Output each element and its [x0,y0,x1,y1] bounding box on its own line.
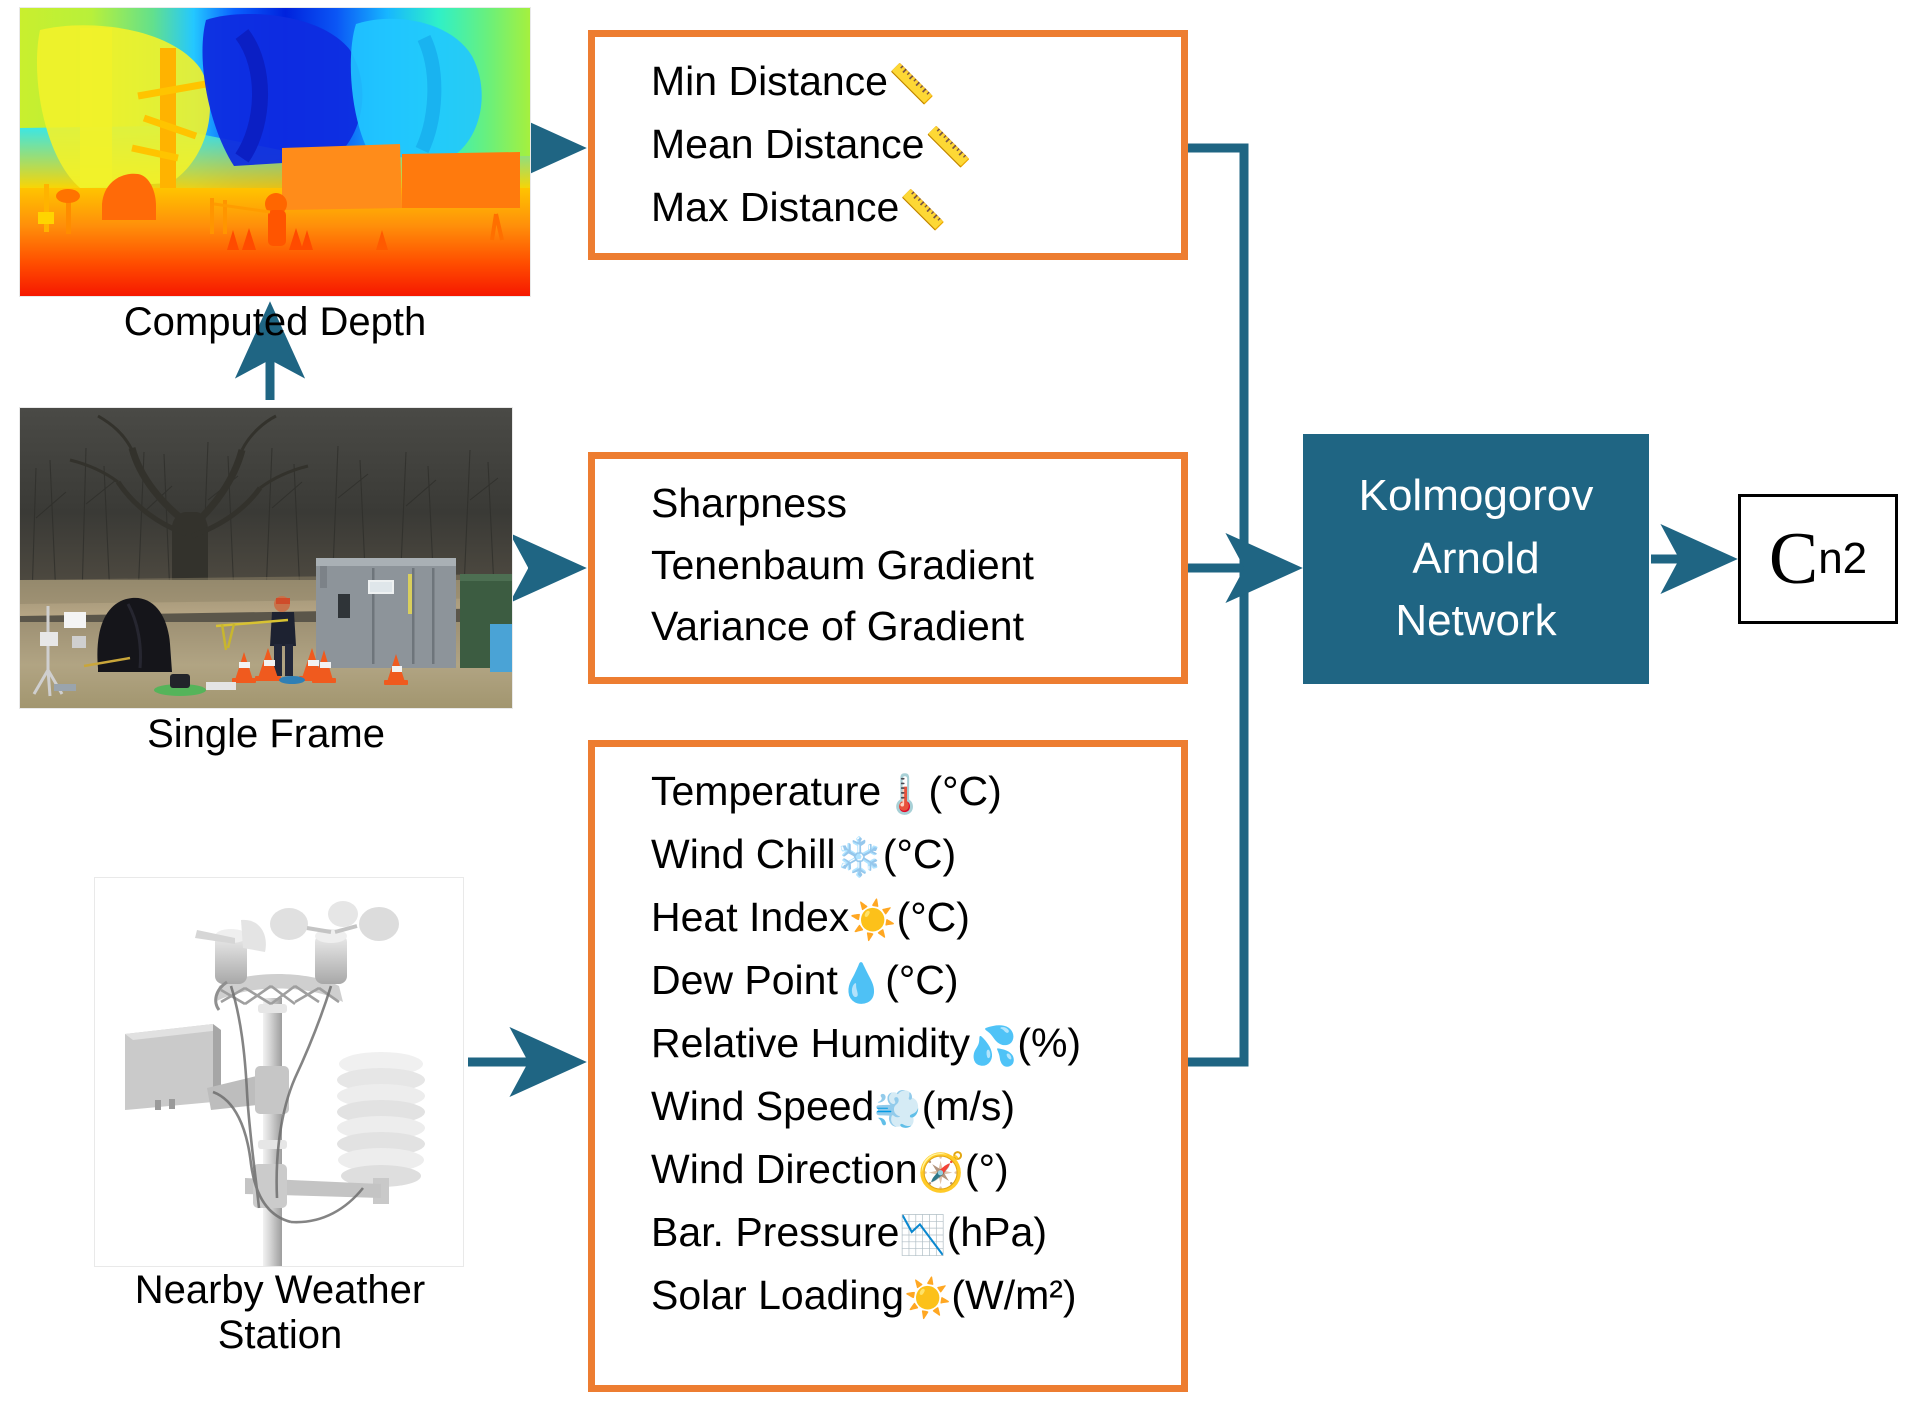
feature-item: Temperature🌡️(°C) [651,761,1081,824]
feature-unit: (hPa) [946,1209,1047,1255]
single-frame-image [20,408,512,708]
feature-item: Sharpness [651,473,1034,535]
sun-icon: ☀️ [904,1278,952,1320]
feature-label: Heat Index [651,894,850,940]
image-features-box: Sharpness Tenenbaum Gradient Variance of… [588,452,1188,684]
feature-item: Tenenbaum Gradient [651,535,1034,597]
feature-label: Min Distance [651,58,888,104]
feature-item: Wind Direction🧭(°) [651,1139,1081,1202]
feature-label: Bar. Pressure [651,1209,900,1255]
chart-down-icon: 📉 [899,1215,947,1257]
model-name-line-2: Arnold [1412,533,1540,583]
cn2-symbol: Cn2 [1741,497,1895,621]
sun-icon: ☀️ [849,900,897,942]
ruler-icon: 📏 [899,190,947,232]
feature-item: Wind Speed💨(m/s) [651,1076,1081,1139]
thermometer-icon: 🌡️ [881,774,929,816]
single-frame-caption: Single Frame [147,712,385,756]
weather-features-list: Temperature🌡️(°C) Wind Chill❄️(°C) Heat … [595,747,1081,1342]
feature-unit: (m/s) [921,1083,1016,1129]
feature-item: Min Distance📏 [651,51,972,114]
feature-label: Sharpness [651,480,848,526]
computed-depth-image [20,8,530,296]
feature-item: Variance of Gradient [651,596,1034,658]
feature-unit: (W/m²) [951,1272,1077,1318]
feature-item: Solar Loading☀️(W/m²) [651,1265,1081,1328]
feature-item: Bar. Pressure📉(hPa) [651,1202,1081,1265]
feature-item: Mean Distance📏 [651,114,972,177]
model-name-line-1: Kolmogorov [1358,471,1594,521]
feature-unit: (°C) [928,768,1002,814]
figure-canvas: Computed Depth Single Frame Nearby Weath… [0,0,1920,1404]
feature-unit: (°C) [885,957,959,1003]
feature-unit: (%) [1017,1020,1082,1066]
feature-item: Wind Chill❄️(°C) [651,824,1081,887]
feature-unit: (°C) [896,894,970,940]
kolmogorov-arnold-network-block: Kolmogorov Arnold Network [1303,434,1649,684]
feature-label: Wind Direction [651,1146,918,1192]
computed-depth-caption: Computed Depth [123,300,427,344]
feature-unit: (°C) [882,831,957,877]
depth-features-box: Min Distance📏 Mean Distance📏 Max Distanc… [588,30,1188,260]
output-cn2-box: Cn2 [1738,494,1898,624]
feature-item: Dew Point💧(°C) [651,950,1081,1013]
ruler-icon: 📏 [924,127,972,169]
weather-station-caption: Nearby Weather Station [134,1268,426,1357]
feature-label: Relative Humidity [651,1020,970,1066]
feature-item: Heat Index☀️(°C) [651,887,1081,950]
sweat-droplets-icon: 💦 [970,1026,1018,1068]
wire-weather-features-to-bus [1183,568,1249,1067]
snowflake-icon: ❄️ [835,837,883,879]
depth-features-list: Min Distance📏 Mean Distance📏 Max Distanc… [595,37,972,254]
feature-label: Max Distance [651,184,900,230]
image-features-list: Sharpness Tenenbaum Gradient Variance of… [595,459,1034,672]
feature-item: Max Distance📏 [651,177,972,240]
ruler-icon: 📏 [887,64,936,106]
depth-map-render [20,8,530,296]
weather-station-image [95,878,463,1266]
feature-label: Wind Chill [651,831,836,877]
wire-depth-features-to-bus [1188,143,1249,568]
weather-station-render [95,878,463,1266]
feature-label: Mean Distance [651,121,925,167]
feature-item: Relative Humidity💦(%) [651,1013,1081,1076]
feature-label: Temperature [651,768,882,814]
model-name-line-3: Network [1395,596,1557,646]
cn2-base: C [1768,517,1819,600]
feature-unit: (°) [964,1146,1009,1192]
weather-features-box: Temperature🌡️(°C) Wind Chill❄️(°C) Heat … [588,740,1188,1392]
cn2-superscript: 2 [1842,534,1868,583]
wind-blow-icon: 💨 [874,1089,922,1131]
feature-label: Wind Speed [651,1083,875,1129]
droplet-icon: 💧 [837,963,886,1005]
feature-label: Dew Point [651,957,838,1003]
feature-label: Variance of Gradient [651,603,1025,649]
compass-icon: 🧭 [917,1152,965,1194]
field-scene-render [20,408,512,708]
feature-label: Tenenbaum Gradient [651,541,1034,588]
feature-label: Solar Loading [651,1272,905,1318]
cn2-subscript: n [1818,534,1843,583]
